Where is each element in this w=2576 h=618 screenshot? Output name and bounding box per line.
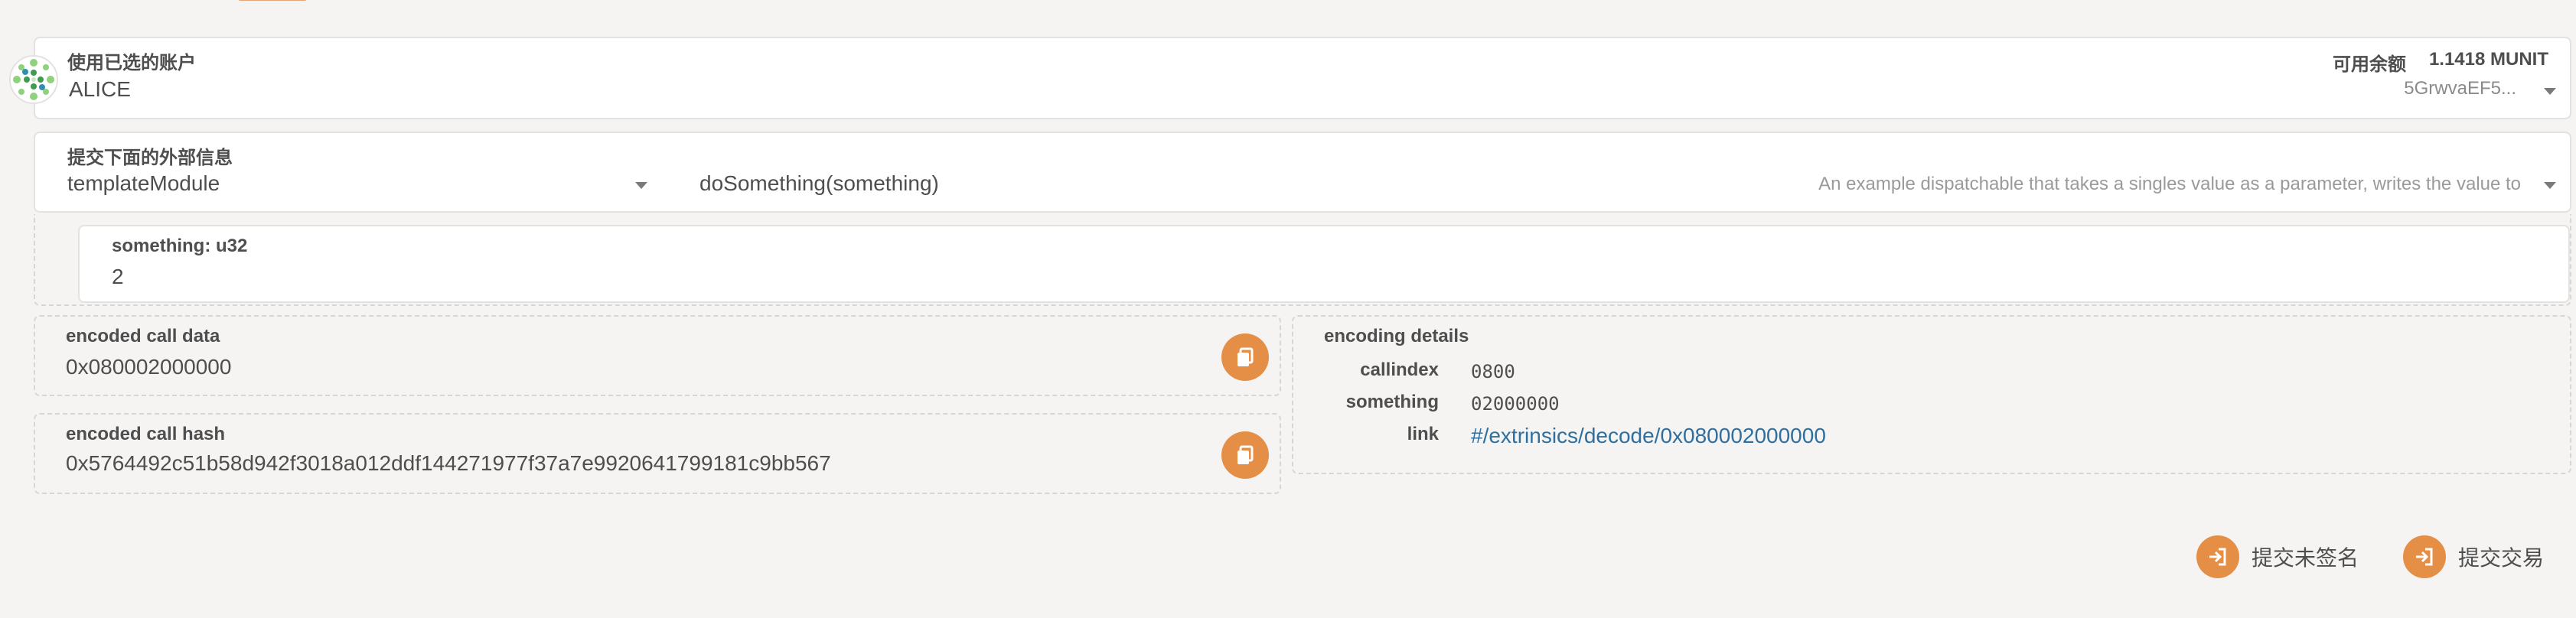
account-selector[interactable]: 使用已选的账户 ALICE 可用余额 1.1418 MUNIT 5GrwvaEF… [34, 37, 2571, 119]
extrinsic-selector: 提交下面的外部信息 templateModule doSomething(som… [34, 132, 2571, 213]
chevron-down-icon[interactable] [2544, 88, 2556, 95]
identicon-icon [13, 59, 54, 100]
method-dropdown[interactable]: doSomething(something) [699, 171, 939, 196]
callindex-label: callindex [1360, 359, 1439, 380]
balance-value: 1.1418 MUNIT [2428, 49, 2548, 70]
method-chevron-down-icon[interactable] [2544, 182, 2556, 189]
encoding-details-title: encoding details [1324, 326, 1469, 346]
account-name: ALICE [69, 77, 131, 101]
something-label: something [1345, 392, 1439, 412]
submit-transaction-button[interactable]: 提交交易 [2403, 534, 2544, 580]
copy-icon [1237, 445, 1254, 464]
param-something[interactable]: something: u32 2 [78, 225, 2570, 303]
encoded-call-data-value: 0x080002000000 [66, 355, 232, 379]
encoded-call-hash-value: 0x5764492c51b58d942f3018a012ddf144271977… [66, 451, 831, 475]
callindex-value: 0800 [1471, 361, 1515, 382]
extrinsic-label: 提交下面的外部信息 [67, 148, 233, 168]
link-label: link [1407, 424, 1439, 444]
sign-in-icon [2403, 535, 2446, 578]
encoded-call-data-label: encoded call data [66, 326, 220, 346]
active-tab-indicator [237, 0, 308, 1]
encoded-call-hash-box: encoded call hash 0x5764492c51b58d942f30… [34, 413, 1281, 494]
param-label: something: u32 [112, 236, 248, 256]
copy-icon [1237, 347, 1254, 366]
submit-unsigned-button[interactable]: 提交未签名 [2196, 534, 2359, 580]
account-label: 使用已选的账户 [67, 53, 196, 73]
param-value-input[interactable]: 2 [112, 265, 124, 289]
decode-link[interactable]: #/extrinsics/decode/0x080002000000 [1471, 424, 1826, 448]
module-dropdown[interactable]: templateModule [67, 171, 220, 196]
module-chevron-down-icon[interactable] [635, 182, 647, 189]
avatar [9, 55, 58, 104]
something-value: 02000000 [1471, 393, 1560, 415]
extrinsic-submission-page: 使用已选的账户 ALICE 可用余额 1.1418 MUNIT 5GrwvaEF… [0, 0, 2576, 618]
copy-call-hash-button[interactable] [1221, 431, 1269, 479]
submit-transaction-label: 提交交易 [2458, 546, 2545, 570]
copy-call-data-button[interactable] [1221, 333, 1269, 381]
encoded-call-hash-label: encoded call hash [66, 424, 226, 444]
method-description: An example dispatchable that takes a sin… [1818, 174, 2521, 194]
balance-label: 可用余额 [2333, 54, 2406, 75]
sign-in-icon [2196, 535, 2239, 578]
account-address: 5GrwvaEF5... [2404, 78, 2516, 99]
encoding-details-box: encoding details callindex 0800 somethin… [1292, 315, 2571, 474]
encoded-call-data-box: encoded call data 0x080002000000 [34, 315, 1281, 396]
submit-unsigned-label: 提交未签名 [2252, 546, 2359, 570]
